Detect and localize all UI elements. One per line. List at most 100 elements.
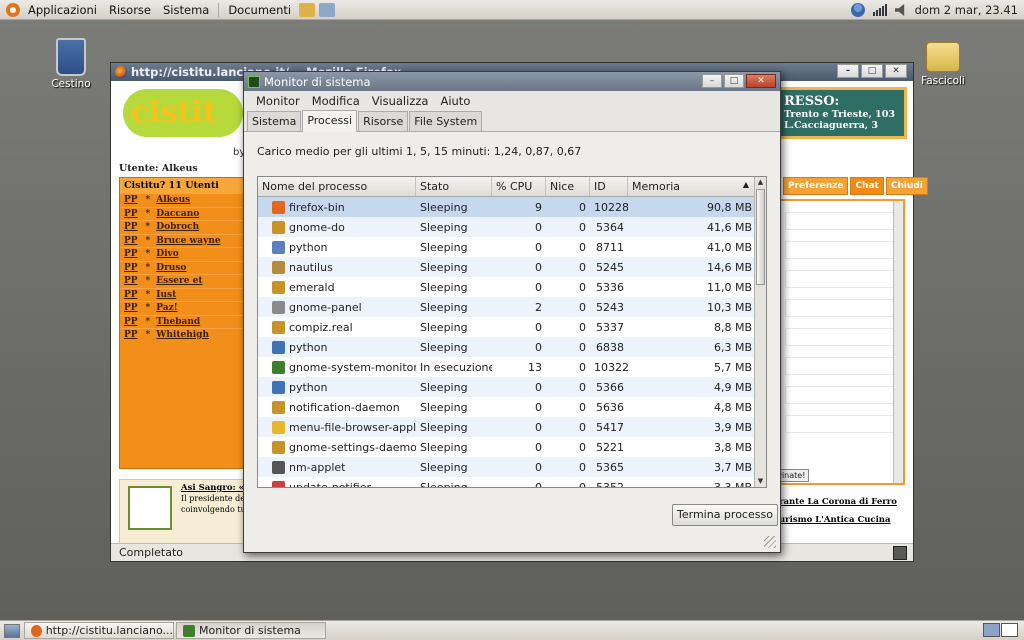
- system-monitor-window[interactable]: Monitor di sistema – □ ✕ Monitor Modific…: [243, 71, 781, 553]
- status-bar-icon[interactable]: [893, 546, 907, 560]
- user-list-item[interactable]: PP * Iust: [120, 287, 244, 302]
- user-list-item[interactable]: PP * Theband: [120, 314, 244, 329]
- column-nice[interactable]: Nice: [546, 177, 590, 196]
- user-list-item[interactable]: PP * Essere et: [120, 274, 244, 288]
- news-title[interactable]: Asi Sangro: «: [181, 483, 244, 493]
- user-name[interactable]: Dobroch: [156, 222, 199, 232]
- table-row[interactable]: firefox-bin Sleeping 9 0 10228 90,8 MB: [258, 197, 756, 217]
- user-list-item[interactable]: PP * Divo: [120, 247, 244, 261]
- table-row[interactable]: gnome-do Sleeping 0 0 5364 41,6 MB: [258, 217, 756, 237]
- volume-icon[interactable]: [894, 4, 905, 16]
- taskbar-item-firefox[interactable]: http://cistitu.lanciano...: [24, 622, 174, 639]
- table-row[interactable]: gnome-panel Sleeping 2 0 5243 10,3 MB: [258, 297, 756, 317]
- tab-chat[interactable]: Chat: [850, 177, 884, 195]
- user-list-item[interactable]: PP * Bruce wayne: [120, 233, 244, 248]
- chat-scrollbar[interactable]: [893, 201, 903, 483]
- table-row[interactable]: python Sleeping 0 0 6838 6,3 MB: [258, 337, 756, 357]
- show-desktop-icon[interactable]: [4, 623, 20, 638]
- maximize-button[interactable]: □: [861, 64, 883, 78]
- tab-chiudi[interactable]: Chiudi: [885, 177, 928, 195]
- workspace-switcher[interactable]: [983, 623, 1018, 637]
- resize-grip[interactable]: [764, 536, 776, 548]
- column-cpu[interactable]: % CPU: [492, 177, 546, 196]
- menu-documenti[interactable]: Documenti: [222, 3, 297, 17]
- table-row[interactable]: update-notifier Sleeping 0 0 5352 3,3 MB: [258, 477, 756, 487]
- minimize-button[interactable]: –: [837, 64, 859, 78]
- clock[interactable]: dom 2 mar, 23.41: [915, 3, 1018, 17]
- end-process-button[interactable]: Termina processo: [672, 504, 778, 526]
- user-name[interactable]: Divo: [156, 249, 178, 259]
- launcher-icon-2[interactable]: [319, 2, 336, 17]
- sponsor-link[interactable]: rante La Corona di Ferro: [779, 497, 897, 507]
- sponsor-link[interactable]: urismo L'Antica Cucina: [779, 515, 890, 525]
- site-logo[interactable]: cistit: [123, 89, 243, 137]
- close-button[interactable]: ✕: [746, 74, 776, 88]
- user-name[interactable]: Daccano: [156, 209, 199, 219]
- user-name[interactable]: Druso: [156, 263, 186, 273]
- maximize-button[interactable]: □: [724, 74, 744, 88]
- pp-link[interactable]: PP: [124, 276, 138, 286]
- menu-sistema[interactable]: Sistema: [157, 3, 215, 17]
- user-list-item[interactable]: PP * Dobroch: [120, 220, 244, 234]
- user-name[interactable]: Iust: [156, 290, 176, 300]
- table-row[interactable]: python Sleeping 0 0 8711 41,0 MB: [258, 237, 756, 257]
- scrollbar-thumb[interactable]: [756, 189, 765, 285]
- user-switcher-icon[interactable]: [850, 3, 865, 17]
- column-memory[interactable]: Memoria: [628, 177, 756, 196]
- user-list-item[interactable]: PP * Druso: [120, 260, 244, 275]
- pp-link[interactable]: PP: [124, 236, 138, 246]
- column-name[interactable]: Nome del processo: [258, 177, 416, 196]
- user-name[interactable]: Paz!: [156, 303, 177, 313]
- pp-link[interactable]: PP: [124, 330, 138, 340]
- pp-link[interactable]: PP: [124, 263, 138, 273]
- menu-aiuto[interactable]: Aiuto: [434, 94, 476, 108]
- user-name[interactable]: Whitehigh: [156, 330, 209, 340]
- user-name[interactable]: Alkeus: [156, 195, 190, 205]
- table-row[interactable]: notification-daemon Sleeping 0 0 5636 4,8 MB: [258, 397, 756, 417]
- user-list-item[interactable]: PP * Daccano: [120, 206, 244, 221]
- tab-preferenze[interactable]: Preferenze: [783, 177, 849, 195]
- minimize-button[interactable]: –: [702, 74, 722, 88]
- tab-processi[interactable]: Processi: [302, 110, 358, 132]
- table-row[interactable]: gnome-settings-daemon Sleeping 0 0 5221 3,8 M…: [258, 437, 756, 457]
- pp-link[interactable]: PP: [124, 249, 138, 259]
- desktop-icon-trash[interactable]: Cestino: [36, 38, 106, 90]
- pp-link[interactable]: PP: [124, 222, 138, 232]
- pp-link[interactable]: PP: [124, 195, 138, 205]
- pp-link[interactable]: PP: [124, 209, 138, 219]
- tab-file-system[interactable]: File System: [409, 111, 483, 131]
- scroll-down-arrow-icon[interactable]: ▼: [755, 476, 766, 487]
- user-list-item[interactable]: PP * Alkeus: [120, 193, 244, 207]
- user-name[interactable]: Essere et: [156, 276, 202, 286]
- ubuntu-logo-icon[interactable]: [6, 2, 20, 17]
- user-list-item[interactable]: PP * Whitehigh: [120, 328, 244, 342]
- table-row[interactable]: menu-file-browser-applet Sleeping 0 0 5417 3,…: [258, 417, 756, 437]
- desktop-icon-folder[interactable]: Fascicoli: [908, 38, 978, 87]
- launcher-icon[interactable]: [299, 2, 316, 17]
- tab-risorse[interactable]: Risorse: [358, 111, 409, 131]
- column-state[interactable]: Stato: [416, 177, 492, 196]
- workspace-2[interactable]: [1001, 623, 1018, 637]
- menu-monitor[interactable]: Monitor: [250, 94, 306, 108]
- table-row[interactable]: nautilus Sleeping 0 0 5245 14,6 MB: [258, 257, 756, 277]
- tab-sistema[interactable]: Sistema: [247, 111, 302, 131]
- system-monitor-titlebar[interactable]: Monitor di sistema – □ ✕: [244, 72, 780, 91]
- network-signal-icon[interactable]: [872, 4, 887, 16]
- table-row[interactable]: gnome-system-monitor In esecuzione 13 0 1032…: [258, 357, 756, 377]
- user-list-item[interactable]: PP * Paz!: [120, 301, 244, 315]
- pp-link[interactable]: PP: [124, 303, 138, 313]
- menu-applicazioni[interactable]: Applicazioni: [22, 3, 103, 17]
- close-button[interactable]: ✕: [885, 64, 907, 78]
- pp-link[interactable]: PP: [124, 290, 138, 300]
- table-row[interactable]: nm-applet Sleeping 0 0 5365 3,7 MB: [258, 457, 756, 477]
- menu-risorse[interactable]: Risorse: [103, 3, 157, 17]
- process-table[interactable]: Nome del processo Stato % CPU Nice ID Me…: [257, 176, 767, 488]
- pp-link[interactable]: PP: [124, 317, 138, 327]
- table-scrollbar[interactable]: ▲ ▼: [754, 177, 766, 487]
- column-id[interactable]: ID: [590, 177, 628, 196]
- table-row[interactable]: emerald Sleeping 0 0 5336 11,0 MB: [258, 277, 756, 297]
- table-row[interactable]: python Sleeping 0 0 5366 4,9 MB: [258, 377, 756, 397]
- user-name[interactable]: Theband: [156, 317, 200, 327]
- menu-visualizza[interactable]: Visualizza: [366, 94, 435, 108]
- table-row[interactable]: compiz.real Sleeping 0 0 5337 8,8 MB: [258, 317, 756, 337]
